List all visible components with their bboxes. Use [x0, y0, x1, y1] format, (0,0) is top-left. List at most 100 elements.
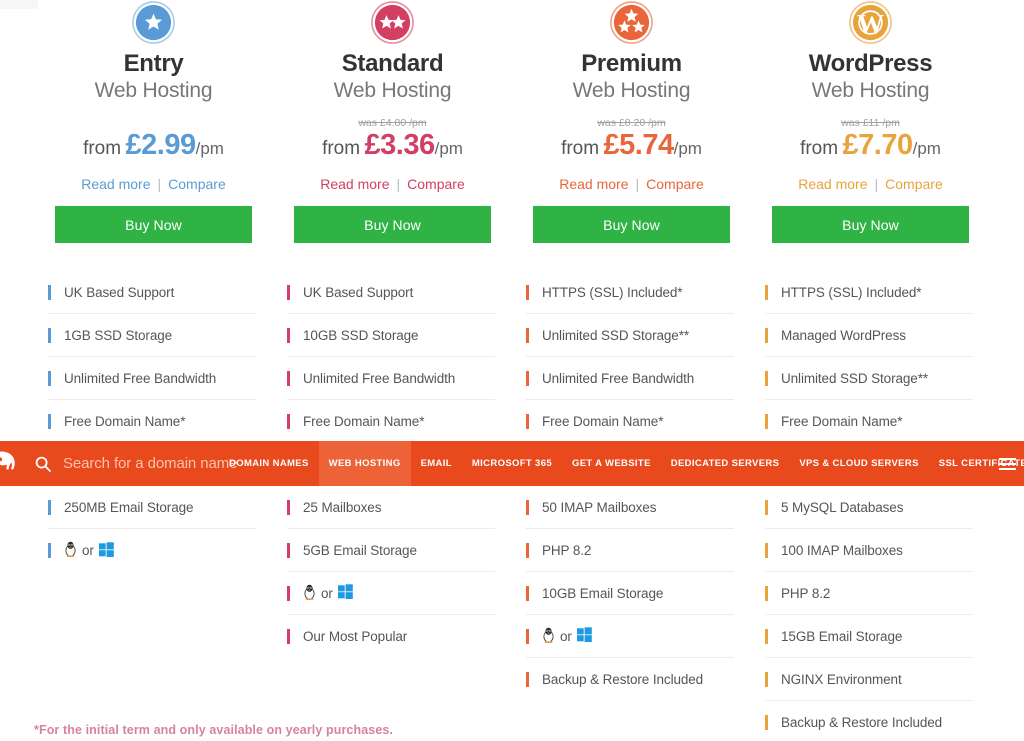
plan-name: WordPress	[808, 50, 933, 77]
plan-price-block: was £4.80 /pm from £3.36/pm	[273, 117, 512, 163]
feature-row: HTTPS (SSL) Included*	[526, 271, 734, 314]
plan-links: Read more | Compare	[34, 175, 273, 193]
read-more-link[interactable]: Read more	[798, 176, 867, 192]
elephant-logo-icon[interactable]	[0, 441, 24, 486]
feature-row: PHP 8.2	[526, 529, 734, 572]
feature-row: or	[48, 529, 256, 572]
buy-now-button[interactable]: Buy Now	[533, 206, 730, 243]
read-more-link[interactable]: Read more	[320, 176, 389, 192]
plan-subtitle: Web Hosting	[94, 79, 213, 102]
read-more-link[interactable]: Read more	[559, 176, 628, 192]
buy-button-wrap: Buy Now	[273, 206, 512, 243]
page-root: Entry Web Hosting from £2.99/pm Read more | C…	[0, 0, 1024, 741]
windows-logo-icon	[337, 584, 353, 602]
feature-bullet-icon	[526, 499, 529, 515]
nav-item-domain-names[interactable]: DOMAIN NAMES	[219, 441, 319, 486]
feature-label: 10GB SSD Storage	[303, 327, 419, 343]
search-icon	[35, 456, 51, 472]
os-or-label: or	[321, 585, 333, 601]
compare-link[interactable]: Compare	[646, 176, 704, 192]
plan-subtitle: Web Hosting	[572, 79, 691, 102]
price-amount: £5.74	[603, 129, 675, 161]
nav-item-web-hosting[interactable]: WEB HOSTING	[318, 441, 411, 486]
os-support-icons: or	[542, 627, 592, 646]
plan-links: Read more | Compare	[751, 175, 990, 193]
feature-row: 1GB SSD Storage	[48, 314, 256, 357]
plan-card-premium: Premium Web Hosting was £8.20 /pm from £5.7…	[512, 0, 751, 741]
feature-label: Free Domain Name*	[64, 413, 186, 429]
current-price-line: from £2.99/pm	[34, 130, 273, 165]
feature-list: HTTPS (SSL) Included* Unlimited SSD Stora…	[512, 271, 751, 701]
buy-now-button[interactable]: Buy Now	[294, 206, 491, 243]
feature-bullet-icon	[48, 499, 51, 515]
nav-item-microsoft-365[interactable]: MICROSOFT 365	[462, 441, 562, 486]
feature-row: 5GB Email Storage	[287, 529, 495, 572]
feature-row: 10GB Email Storage	[526, 572, 734, 615]
feature-row: Free Domain Name*	[765, 400, 973, 443]
feature-row: Free Domain Name*	[526, 400, 734, 443]
feature-label: Backup & Restore Included	[781, 715, 943, 730]
feature-row: 100 IMAP Mailboxes	[765, 529, 973, 572]
plan-badge: W	[751, 0, 990, 44]
feature-bullet-icon	[48, 327, 51, 343]
feature-label: HTTPS (SSL) Included*	[542, 284, 683, 300]
feature-row: or	[287, 572, 495, 615]
plan-name: Premium	[581, 50, 682, 77]
feature-row: 25 Mailboxes	[287, 486, 495, 529]
hamburger-menu-icon[interactable]	[996, 441, 1018, 486]
plan-badge	[512, 0, 751, 44]
feature-row: Managed WordPress	[765, 314, 973, 357]
hosting-plans-grid: Entry Web Hosting from £2.99/pm Read more | C…	[0, 0, 1024, 741]
buy-now-button[interactable]: Buy Now	[772, 206, 969, 243]
feature-bullet-icon	[765, 327, 768, 343]
price-amount: £3.36	[364, 129, 436, 161]
feature-bullet-icon	[526, 628, 529, 644]
feature-bullet-icon	[765, 628, 768, 644]
nav-item-email[interactable]: EMAIL	[411, 441, 462, 486]
nav-item-dedicated-servers[interactable]: DEDICATED SERVERS	[661, 441, 790, 486]
feature-row: Backup & Restore Included	[526, 658, 734, 701]
feature-label: Unlimited Free Bandwidth	[64, 370, 217, 386]
nav-item-get-a-website[interactable]: GET A WEBSITE	[562, 441, 661, 486]
feature-label: 5 MySQL Databases	[781, 499, 904, 515]
compare-link[interactable]: Compare	[885, 176, 943, 192]
pricing-footnote: *For the initial term and only available…	[34, 723, 393, 737]
feature-row: Unlimited SSD Storage**	[526, 314, 734, 357]
feature-row: Unlimited SSD Storage**	[765, 357, 973, 400]
feature-row: or	[526, 615, 734, 658]
plan-badge	[273, 0, 512, 44]
link-separator: |	[396, 176, 401, 192]
compare-link[interactable]: Compare	[407, 176, 465, 192]
price-from-label: from	[561, 138, 600, 159]
feature-list: HTTPS (SSL) Included* Managed WordPress Un…	[751, 271, 990, 741]
plan-name: Standard	[341, 50, 444, 77]
price-period: /pm	[195, 139, 224, 158]
feature-bullet-icon	[765, 715, 768, 730]
feature-label: Unlimited SSD Storage**	[542, 327, 690, 343]
price-period: /pm	[912, 139, 941, 158]
feature-bullet-icon	[287, 284, 290, 300]
windows-logo-icon	[98, 541, 114, 560]
plan-price-block: was £8.20 /pm from £5.74/pm	[512, 117, 751, 163]
nav-item-vps-cloud-servers[interactable]: VPS & CLOUD SERVERS	[789, 441, 928, 486]
feature-row: PHP 8.2	[765, 572, 973, 615]
feature-row: 10GB SSD Storage	[287, 314, 495, 357]
read-more-link[interactable]: Read more	[81, 176, 150, 192]
link-separator: |	[874, 176, 879, 192]
feature-bullet-icon	[287, 499, 290, 515]
feature-row: Unlimited Free Bandwidth	[48, 357, 256, 400]
compare-link[interactable]: Compare	[168, 176, 226, 192]
plan-price-block: was £11 /pm from £7.70/pm	[751, 117, 990, 163]
price-from-label: from	[83, 138, 122, 159]
price-period: /pm	[673, 139, 702, 158]
feature-label: HTTPS (SSL) Included*	[781, 284, 922, 300]
feature-row: 5 MySQL Databases	[765, 486, 973, 529]
plan-price-block: from £2.99/pm	[34, 117, 273, 163]
feature-bullet-icon	[526, 542, 529, 558]
price-from-label: from	[800, 138, 839, 159]
feature-bullet-icon	[526, 672, 529, 687]
feature-label: 15GB Email Storage	[781, 628, 903, 644]
feature-label: 25 Mailboxes	[303, 499, 382, 515]
feature-bullet-icon	[526, 413, 529, 429]
buy-now-button[interactable]: Buy Now	[55, 206, 252, 243]
